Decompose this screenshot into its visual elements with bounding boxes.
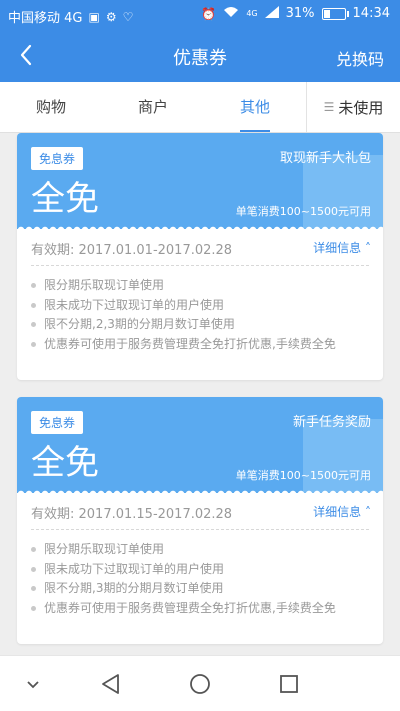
header: 优惠券 兑换码 [0, 30, 400, 82]
category-tabs: 购物 商户 其他 ☰ 未使用 [0, 82, 400, 133]
rule-text: 优惠券可使用于服务费管理费全免打折优惠,手续费全免 [44, 600, 336, 615]
coupon-name: 新手任务奖励 [292, 415, 371, 430]
app-screen: 中国移动 4G ▣ ⚙ ♡ ⏰ 4G 31% 14:34 优惠券 兑换码 购物 … [0, 0, 400, 711]
chevron-down-icon [27, 681, 39, 689]
coupon-header: 免息券 取现新手大礼包 全免 单笔消费100~1500元可用 [17, 133, 383, 229]
bullet-icon [31, 341, 36, 347]
coupon-condition: 单笔消费100~1500元可用 [235, 205, 371, 218]
rule-text: 优惠券可使用于服务费管理费全免打折优惠,手续费全免 [44, 336, 336, 351]
filter-icon: ☰ [323, 100, 335, 114]
coupon-header: 免息券 新手任务奖励 全免 单笔消费100~1500元可用 [17, 397, 383, 493]
coupon-name: 取现新手大礼包 [279, 151, 371, 166]
coupon-value: 全免 [31, 443, 99, 483]
validity-row: 有效期: 2017.01.01-2017.02.28 详细信息 ˄ [17, 229, 383, 265]
clock: 14:34 [352, 6, 390, 21]
system-nav-bar [0, 655, 400, 711]
bullet-icon [31, 302, 36, 308]
nav-home-button[interactable] [187, 671, 213, 697]
rule-text: 限分期乐取现订单使用 [44, 542, 165, 556]
nav-back-button[interactable] [98, 671, 124, 697]
rule-item: 优惠券可使用于服务费管理费全免打折优惠,手续费全免 [31, 335, 369, 355]
rule-text: 限不分期,3期的分期月数订单使用 [44, 581, 224, 595]
nav-collapse-button[interactable] [20, 671, 46, 697]
shield-icon: ♡ [122, 9, 134, 24]
status-filter[interactable]: ☰ 未使用 [307, 82, 400, 132]
square-recent-icon [280, 675, 298, 693]
rule-text: 限分期乐取现订单使用 [44, 278, 165, 292]
chevron-up-icon: ˄ [365, 505, 371, 519]
tab-other[interactable]: 其他 [204, 82, 306, 132]
coupon-rules: 限分期乐取现订单使用 限未成功下过取现订单的用户使用 限不分期,2,3期的分期月… [17, 266, 383, 366]
coupon-condition: 单笔消费100~1500元可用 [235, 469, 371, 482]
rule-item: 限不分期,3期的分期月数订单使用 [31, 579, 369, 599]
coupon-card[interactable]: 免息券 取现新手大礼包 全免 单笔消费100~1500元可用 有效期: 2017… [17, 133, 383, 380]
active-tab-indicator [240, 130, 270, 132]
rule-text: 限不分期,2,3期的分期月数订单使用 [44, 317, 235, 331]
validity-row: 有效期: 2017.01.15-2017.02.28 详细信息 ˄ [17, 493, 383, 529]
detail-label: 详细信息 [313, 505, 362, 519]
coupon-list[interactable]: 免息券 取现新手大礼包 全免 单笔消费100~1500元可用 有效期: 2017… [0, 133, 400, 655]
triangle-back-icon [102, 674, 119, 694]
bullet-icon [31, 322, 36, 328]
bullet-icon [31, 605, 36, 611]
rule-item: 限未成功下过取现订单的用户使用 [31, 296, 369, 316]
coupon-rules: 限分期乐取现订单使用 限未成功下过取现订单的用户使用 限不分期,3期的分期月数订… [17, 530, 383, 630]
rule-text: 限未成功下过取现订单的用户使用 [44, 297, 225, 312]
coupon-type-tag: 免息券 [31, 147, 84, 170]
chevron-up-icon: ˄ [365, 241, 371, 255]
validity-period: 有效期: 2017.01.01-2017.02.28 [31, 243, 233, 258]
rule-item: 限不分期,2,3期的分期月数订单使用 [31, 315, 369, 335]
circle-home-icon [190, 674, 210, 694]
detail-toggle[interactable]: 详细信息 ˄ [313, 503, 371, 520]
bullet-icon [31, 586, 36, 592]
sim-icon: ▣ [88, 9, 100, 24]
detail-toggle[interactable]: 详细信息 ˄ [313, 239, 371, 256]
carrier-label: 中国移动 4G [8, 11, 83, 26]
filter-label: 未使用 [338, 98, 384, 117]
network-4g-label: 4G [246, 8, 258, 18]
tab-merchant[interactable]: 商户 [102, 82, 204, 132]
rule-item: 限分期乐取现订单使用 [31, 276, 369, 296]
settings-notif-icon: ⚙ [105, 9, 117, 24]
redeem-code-button[interactable]: 兑换码 [336, 46, 384, 70]
bullet-icon [31, 566, 36, 572]
alarm-icon: ⏰ [201, 6, 217, 21]
rule-item: 优惠券可使用于服务费管理费全免打折优惠,手续费全免 [31, 599, 369, 619]
validity-period: 有效期: 2017.01.15-2017.02.28 [31, 507, 233, 522]
bullet-icon [31, 547, 36, 553]
status-right: ⏰ 4G 31% 14:34 [201, 6, 390, 21]
coupon-type-tag: 免息券 [31, 411, 84, 434]
battery-icon [321, 7, 349, 20]
rule-item: 限未成功下过取现订单的用户使用 [31, 560, 369, 580]
rule-text: 限未成功下过取现订单的用户使用 [44, 561, 225, 576]
coupon-value: 全免 [31, 179, 99, 219]
battery-percent: 31% [285, 6, 315, 21]
status-left: 中国移动 4G ▣ ⚙ ♡ [8, 7, 134, 27]
rule-item: 限分期乐取现订单使用 [31, 540, 369, 560]
tab-shopping[interactable]: 购物 [0, 82, 102, 132]
wifi-icon [223, 6, 239, 21]
bullet-icon [31, 283, 36, 289]
signal-icon [264, 6, 279, 21]
nav-recent-button[interactable] [276, 671, 302, 697]
status-bar: 中国移动 4G ▣ ⚙ ♡ ⏰ 4G 31% 14:34 [0, 0, 400, 30]
detail-label: 详细信息 [313, 241, 362, 255]
coupon-card[interactable]: 免息券 新手任务奖励 全免 单笔消费100~1500元可用 有效期: 2017.… [17, 397, 383, 644]
